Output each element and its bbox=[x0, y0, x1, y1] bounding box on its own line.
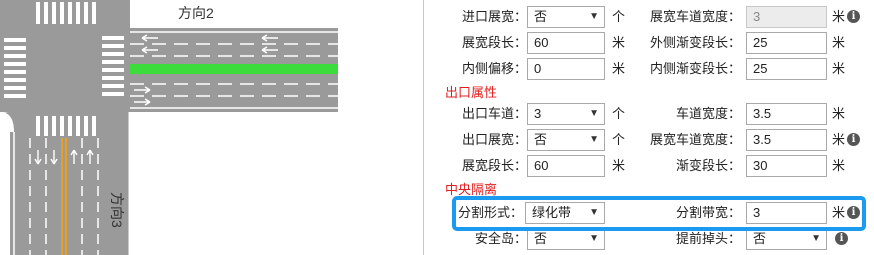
widen-lane-width-label: 展宽车道宽度： bbox=[649, 9, 741, 24]
safety-island-select[interactable]: 否 ▼ bbox=[527, 228, 605, 250]
outer-taper-label: 外侧渐变段长： bbox=[649, 35, 741, 50]
widen-lane-width-unit: 米 bbox=[832, 9, 846, 24]
exit-section-title: 出口属性 bbox=[445, 85, 498, 100]
exit-lanes-value: 3 bbox=[534, 106, 542, 121]
chevron-down-icon: ▼ bbox=[589, 11, 599, 22]
exit-lanes-label: 出口车道： bbox=[461, 106, 527, 121]
inner-taper-unit: 米 bbox=[832, 61, 846, 76]
entry-widen-value: 否 bbox=[534, 9, 548, 24]
safety-island-label: 安全岛： bbox=[474, 231, 527, 246]
chevron-down-icon: ▼ bbox=[589, 134, 599, 145]
exit-widen-value: 否 bbox=[534, 132, 548, 147]
widen-length-input[interactable]: 60 bbox=[527, 32, 605, 54]
exit-widen-lane-width-label: 展宽车道宽度： bbox=[649, 132, 741, 147]
early-uturn-value: 否 bbox=[753, 231, 767, 246]
inner-taper-input[interactable]: 25 bbox=[746, 58, 827, 80]
inner-offset-label: 内侧偏移： bbox=[461, 61, 527, 76]
taper-length-label: 渐变段长： bbox=[675, 158, 741, 173]
inner-taper-label: 内侧渐变段长： bbox=[649, 61, 741, 76]
exit-widen-lane-width-input[interactable]: 3.5 bbox=[746, 129, 827, 151]
info-icon[interactable]: i bbox=[847, 133, 860, 146]
exit-widen-unit: 个 bbox=[612, 132, 626, 147]
exit-widen-length-input[interactable]: 60 bbox=[527, 155, 605, 177]
outer-taper-unit: 米 bbox=[832, 35, 846, 50]
chevron-down-icon: ▼ bbox=[589, 108, 599, 119]
exit-lanes-select[interactable]: 3 ▼ bbox=[527, 103, 605, 125]
inner-offset-unit: 米 bbox=[612, 61, 626, 76]
taper-length-input[interactable]: 30 bbox=[746, 155, 827, 177]
exit-widen-lane-width-unit: 米 bbox=[832, 132, 846, 147]
exit-widen-select[interactable]: 否 ▼ bbox=[527, 129, 605, 151]
exit-widen-length-unit: 米 bbox=[612, 158, 626, 173]
widen-lane-width-input[interactable]: 3 bbox=[746, 6, 827, 28]
entry-widen-select[interactable]: 否 ▼ bbox=[527, 6, 605, 28]
info-icon[interactable]: i bbox=[847, 10, 860, 23]
exit-widen-length-label: 展宽段长： bbox=[461, 158, 527, 173]
exit-lanes-unit: 个 bbox=[612, 106, 626, 121]
direction-3-label: 方向3 bbox=[109, 192, 125, 228]
exit-widen-label: 出口展宽： bbox=[461, 132, 527, 147]
widen-length-unit: 米 bbox=[612, 35, 626, 50]
green-belt bbox=[130, 64, 338, 74]
lane-width-label: 车道宽度： bbox=[675, 106, 741, 121]
info-icon[interactable]: i bbox=[835, 232, 848, 245]
safety-island-value: 否 bbox=[534, 231, 548, 246]
taper-length-unit: 米 bbox=[832, 158, 846, 173]
lane-width-unit: 米 bbox=[832, 106, 846, 121]
chevron-down-icon: ▼ bbox=[811, 233, 821, 244]
entry-widen-unit: 个 bbox=[612, 9, 626, 24]
early-uturn-label: 提前掉头： bbox=[675, 231, 741, 246]
panel-divider bbox=[423, 0, 424, 255]
inner-offset-input[interactable]: 0 bbox=[527, 58, 605, 80]
widen-length-label: 展宽段长： bbox=[461, 35, 527, 50]
lane-width-input[interactable]: 3.5 bbox=[746, 103, 827, 125]
highlight-box bbox=[452, 196, 866, 231]
outer-taper-input[interactable]: 25 bbox=[746, 32, 827, 54]
direction-2-label: 方向2 bbox=[178, 5, 214, 21]
intersection-diagram: 方向2 方向3 bbox=[0, 0, 338, 255]
entry-widen-label: 进口展宽： bbox=[461, 9, 527, 24]
chevron-down-icon: ▼ bbox=[589, 233, 599, 244]
early-uturn-select[interactable]: 否 ▼ bbox=[746, 228, 827, 250]
